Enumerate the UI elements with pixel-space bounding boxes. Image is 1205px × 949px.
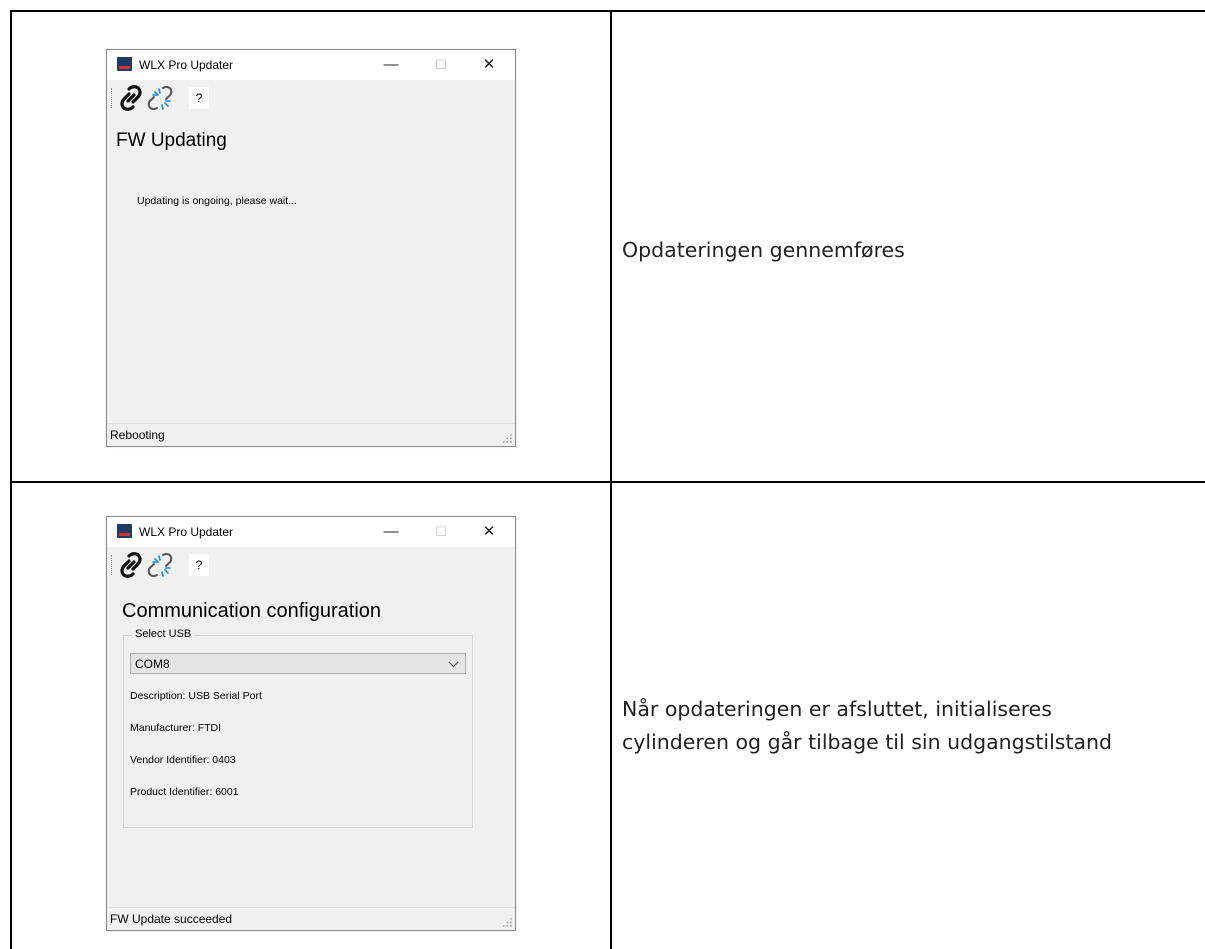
table-border-middle xyxy=(10,481,1205,483)
table-column-divider xyxy=(610,10,612,949)
row2-description: Når opdateringen er afsluttet, initialis… xyxy=(622,693,1112,759)
page-heading: Communication configuration xyxy=(122,600,382,622)
table-border-top xyxy=(10,10,1205,12)
minimize-button[interactable]: — xyxy=(368,519,414,545)
usb-product-id: Product Identifier: 6001 xyxy=(130,786,239,798)
connect-icon[interactable] xyxy=(115,83,147,113)
status-text: FW Update succeeded xyxy=(110,912,233,926)
chevron-down-icon[interactable] xyxy=(448,655,459,676)
select-usb-group: Select USB COM8 Description: USB Serial … xyxy=(123,628,473,828)
toolbar: ? xyxy=(107,547,515,582)
title-bar[interactable]: WLX Pro Updater — ☐ ✕ xyxy=(107,50,515,80)
usb-vendor-id: Vendor Identifier: 0403 xyxy=(130,754,236,766)
com-port-select[interactable]: COM8 xyxy=(130,653,466,674)
disconnect-icon[interactable] xyxy=(145,550,177,580)
maximize-button[interactable]: ☐ xyxy=(418,52,464,78)
disconnect-icon[interactable] xyxy=(145,83,177,113)
app-icon xyxy=(117,524,132,538)
row1-description: Opdateringen gennemføres xyxy=(622,238,905,262)
updating-message: Updating is ongoing, please wait... xyxy=(137,195,297,207)
window-title: WLX Pro Updater xyxy=(139,525,234,539)
row2-description-line2: cylinderen og går tilbage til sin udgang… xyxy=(622,730,1113,754)
usb-manufacturer: Manufacturer: FTDI xyxy=(130,722,222,734)
maximize-button[interactable]: ☐ xyxy=(418,519,464,545)
connect-icon[interactable] xyxy=(115,550,147,580)
status-bar: FW Update succeeded xyxy=(107,907,515,930)
toolbar: ? xyxy=(107,80,515,115)
row2-description-line1: Når opdateringen er afsluttet, initialis… xyxy=(622,697,1052,721)
help-button[interactable]: ? xyxy=(189,554,209,576)
window-title: WLX Pro Updater xyxy=(139,58,234,72)
close-button[interactable]: ✕ xyxy=(466,519,512,545)
app-icon xyxy=(117,57,132,71)
help-button[interactable]: ? xyxy=(189,87,209,109)
page-heading: FW Updating xyxy=(116,130,227,151)
minimize-button[interactable]: — xyxy=(368,52,414,78)
size-grip-icon[interactable] xyxy=(502,433,512,443)
updater-window-updating: WLX Pro Updater — ☐ ✕ ? FW Updating Upda… xyxy=(106,49,516,447)
select-usb-label: Select USB xyxy=(132,628,195,640)
toolbar-grip xyxy=(111,555,114,575)
title-bar[interactable]: WLX Pro Updater — ☐ ✕ xyxy=(107,517,515,547)
close-button[interactable]: ✕ xyxy=(466,52,512,78)
usb-description: Description: USB Serial Port xyxy=(130,690,262,702)
com-port-value: COM8 xyxy=(135,657,170,671)
status-bar: Rebooting xyxy=(107,423,515,446)
toolbar-grip xyxy=(111,88,114,108)
table-border-left xyxy=(10,10,12,949)
updater-window-configuration: WLX Pro Updater — ☐ ✕ ? Communication co… xyxy=(106,516,516,931)
size-grip-icon[interactable] xyxy=(502,917,512,927)
status-text: Rebooting xyxy=(110,428,165,442)
